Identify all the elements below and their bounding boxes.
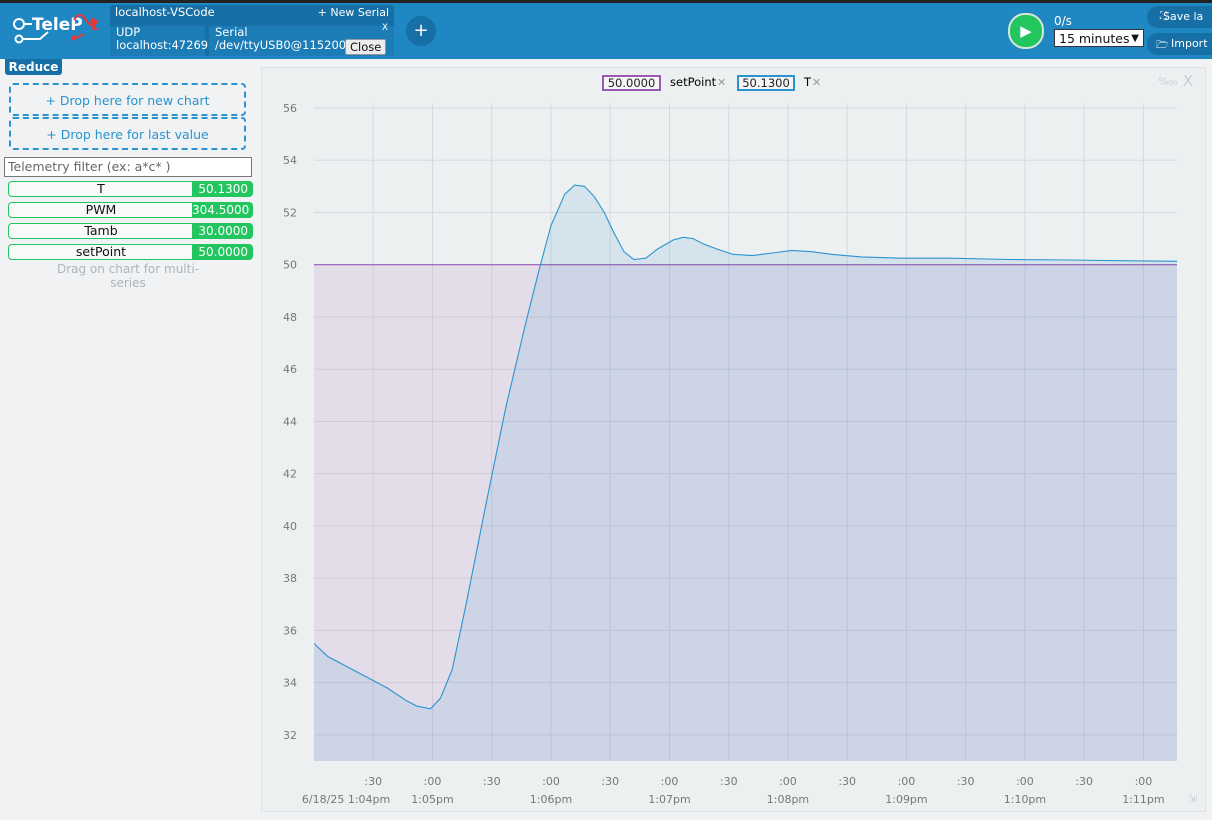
- drop-new-chart-zone[interactable]: + Drop here for new chart: [9, 83, 246, 116]
- x-tick-label: :30: [1075, 775, 1093, 788]
- y-tick-label: 50: [283, 259, 297, 272]
- close-serial-button[interactable]: Close: [345, 39, 387, 55]
- remove-serial-button[interactable]: X: [382, 23, 388, 33]
- x-date-label: 1:08pm: [767, 793, 809, 806]
- telemetry-item-T[interactable]: T 50.1300: [8, 181, 253, 197]
- fullscreen-icon: ⛶: [1160, 11, 1167, 22]
- x-tick-label: :30: [957, 775, 975, 788]
- y-tick-label: 56: [283, 102, 297, 115]
- svg-text:t: t: [90, 15, 98, 35]
- chart-panel[interactable]: 50.0000 setPoint ✕ 50.1300 T ✕ %₀₀ X ⇲ 3…: [261, 67, 1206, 812]
- x-tick-label: :30: [838, 775, 856, 788]
- x-tick-label: :00: [424, 775, 442, 788]
- x-tick-label: :00: [779, 775, 797, 788]
- telemetry-value: 30.0000: [192, 223, 252, 239]
- connection-panel: localhost-VSCode + New Serial UDP localh…: [110, 5, 394, 56]
- x-tick-label: :00: [1016, 775, 1034, 788]
- x-date-label: 6/18/25 1:04pm: [302, 793, 390, 806]
- x-date-label: 1:09pm: [885, 793, 927, 806]
- y-tick-label: 32: [283, 729, 297, 742]
- time-range-value: 15 minutes: [1059, 31, 1130, 46]
- import-layout-label: Import la: [1171, 37, 1212, 50]
- time-range-select[interactable]: 15 minutes ▼: [1054, 29, 1144, 47]
- add-connection-button[interactable]: +: [406, 16, 436, 46]
- y-tick-label: 54: [283, 154, 297, 167]
- telemetry-item-PWM[interactable]: PWM 304.5000: [8, 202, 253, 218]
- telemetry-filter-input[interactable]: Telemetry filter (ex: a*c* ): [4, 157, 252, 177]
- telemetry-name: Tamb: [84, 223, 118, 238]
- telemetry-value: 50.1300: [192, 181, 252, 197]
- x-date-label: 1:11pm: [1122, 793, 1164, 806]
- reduce-button[interactable]: Reduce: [5, 59, 62, 75]
- telemetry-name: T: [97, 181, 105, 196]
- y-tick-label: 34: [283, 677, 297, 690]
- play-button[interactable]: ▶: [1008, 13, 1044, 49]
- connection-title: localhost-VSCode: [115, 5, 215, 19]
- telemetry-name: PWM: [85, 202, 117, 217]
- chart-plot[interactable]: 32 34 36 38 40 42 44 46 48 50 52 54 56 :30 :00 :30 :00 :3…: [262, 68, 1205, 811]
- y-tick-label: 52: [283, 206, 297, 219]
- play-icon: ▶: [1020, 22, 1032, 40]
- data-rate: 0/s: [1054, 14, 1072, 28]
- x-tick-label: :00: [661, 775, 679, 788]
- telemetry-item-Tamb[interactable]: Tamb 30.0000: [8, 223, 253, 239]
- x-tick-label: :00: [542, 775, 560, 788]
- telemetry-value: 304.5000: [192, 202, 252, 218]
- udp-address: localhost:47269: [116, 38, 209, 52]
- y-tick-label: 42: [283, 468, 297, 481]
- left-sidebar: Reduce + Drop here for new chart + Drop …: [0, 59, 259, 820]
- x-tick-label: :00: [898, 775, 916, 788]
- x-date-label: 1:06pm: [530, 793, 572, 806]
- x-tick-label: :30: [720, 775, 738, 788]
- y-tick-label: 40: [283, 520, 297, 533]
- x-tick-label: :30: [364, 775, 382, 788]
- x-date-label: 1:05pm: [411, 793, 453, 806]
- y-tick-label: 48: [283, 311, 297, 324]
- telemetry-item-setPoint[interactable]: setPoint 50.0000: [8, 244, 253, 260]
- drag-hint: Drag on chart for multi-series: [56, 262, 200, 290]
- window-top-edge: [0, 0, 1212, 3]
- chevron-down-icon: ▼: [1131, 33, 1139, 44]
- telemetry-value: 50.0000: [192, 244, 252, 260]
- y-tick-label: 46: [283, 363, 297, 376]
- y-tick-label: 44: [283, 415, 297, 428]
- app-logo: TeleP t: [13, 14, 99, 44]
- y-tick-label: 38: [283, 572, 297, 585]
- y-tick-label: 36: [283, 624, 297, 637]
- save-layout-button[interactable]: Save la: [1147, 6, 1212, 28]
- udp-input-panel: UDP localhost:47269: [110, 26, 209, 56]
- x-tick-label: :30: [483, 775, 501, 788]
- folder-icon: 🗁: [1156, 40, 1169, 51]
- x-tick-label: :30: [601, 775, 619, 788]
- new-serial-button[interactable]: + New Serial: [318, 6, 389, 19]
- x-date-label: 1:10pm: [1004, 793, 1046, 806]
- save-layout-label: Save la: [1163, 10, 1204, 23]
- drop-last-value-zone[interactable]: + Drop here for last value: [9, 117, 246, 150]
- x-date-label: 1:07pm: [648, 793, 690, 806]
- telemetry-name: setPoint: [75, 244, 127, 259]
- x-tick-label: :00: [1135, 775, 1153, 788]
